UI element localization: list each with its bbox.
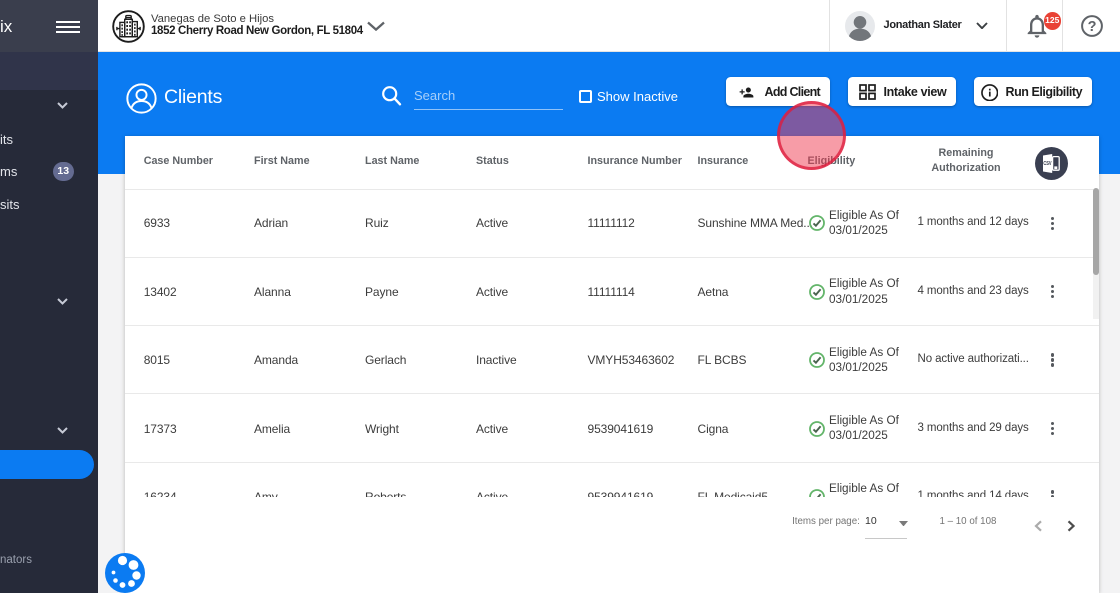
svg-text:?: ? xyxy=(1088,18,1097,34)
svg-text:CSV: CSV xyxy=(1043,161,1052,167)
